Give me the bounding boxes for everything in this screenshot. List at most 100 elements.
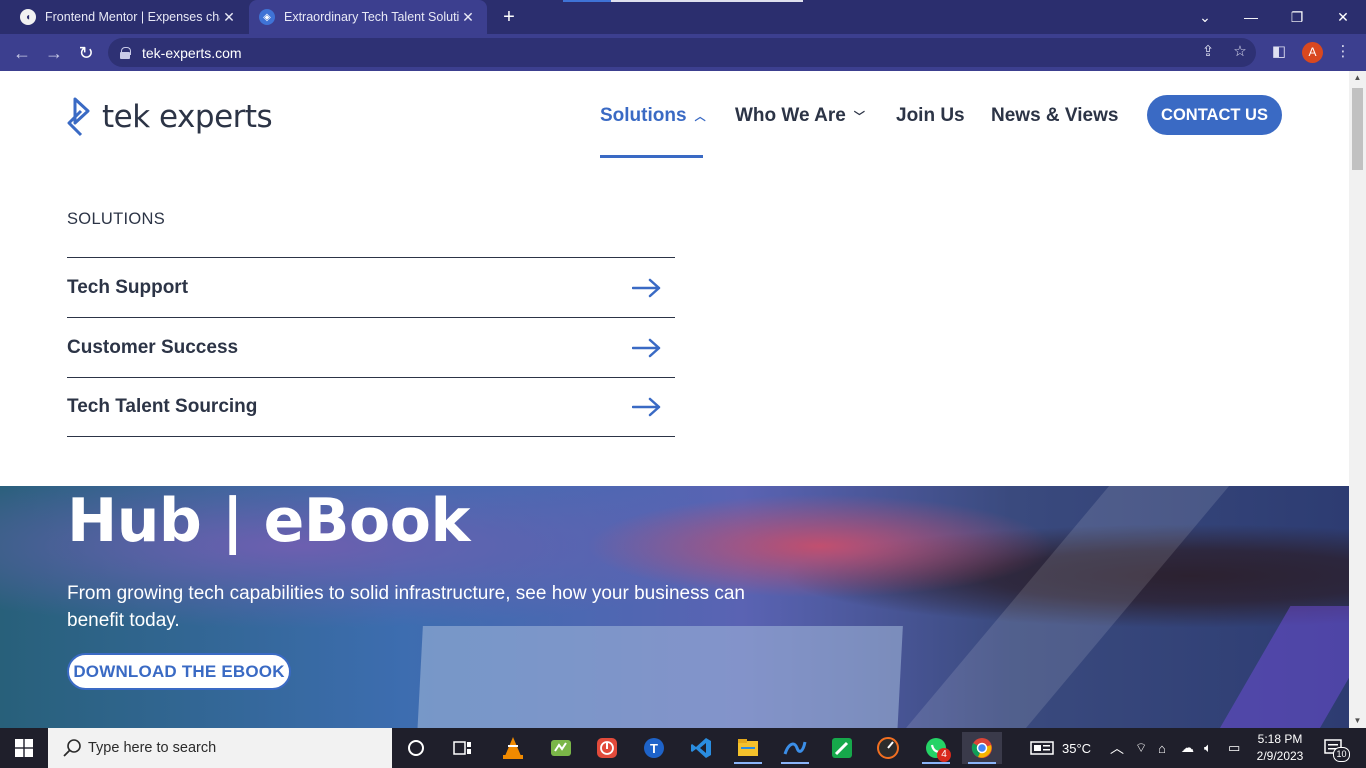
dropdown-item-tech-talent-sourcing[interactable]: Tech Talent Sourcing [67, 377, 675, 437]
clock-date: 2/9/2023 [1256, 749, 1304, 763]
windows-start-button[interactable] [0, 728, 48, 768]
contact-us-button[interactable]: CONTACT US [1147, 95, 1282, 135]
running-indicator [968, 762, 996, 764]
profile-avatar[interactable]: A [1302, 42, 1323, 63]
address-bar[interactable]: tek-experts.com [108, 38, 1256, 67]
nav-join-us[interactable]: Join Us [896, 101, 965, 131]
nav-news-views-label: News & Views [991, 105, 1119, 126]
running-indicator [781, 762, 809, 764]
scrollbar-thumb[interactable] [1352, 88, 1363, 170]
back-icon[interactable]: ← [10, 41, 34, 65]
arrow-right-icon [632, 278, 661, 297]
page-scrollbar[interactable]: ▲ ▼ [1349, 71, 1366, 728]
side-panel-icon[interactable]: ◧ [1269, 42, 1289, 62]
nav-who-we-are-label: Who We Are [735, 105, 846, 126]
lock-icon[interactable] [120, 46, 131, 59]
browser-tab-frontend-mentor[interactable]: ◖ Frontend Mentor | Expenses char ✕ [8, 0, 246, 34]
tray-overflow-icon[interactable]: ︿ [1110, 728, 1124, 768]
hero-decor-stripe [1209, 606, 1349, 728]
nav-solutions-label: Solutions [600, 105, 687, 126]
running-indicator [734, 762, 762, 764]
green-app-icon[interactable] [822, 732, 862, 764]
search-placeholder: Type here to search [88, 740, 217, 756]
nav-news-views[interactable]: News & Views [991, 101, 1118, 131]
task-view-icon[interactable] [443, 732, 483, 764]
chrome-icon[interactable] [962, 732, 1002, 764]
chevron-down-icon: ﹀ [853, 111, 865, 123]
reload-icon[interactable]: ↻ [74, 41, 98, 65]
editor-app-icon[interactable] [541, 732, 581, 764]
whatsapp-icon[interactable]: 4 [916, 732, 956, 764]
tab-title: Extraordinary Tech Talent Solution [284, 10, 459, 24]
hero-subtitle: From growing tech capabilities to solid … [67, 583, 745, 631]
bookmark-star-icon[interactable]: ☆ [1230, 42, 1250, 62]
t-app-icon[interactable]: T [634, 732, 674, 764]
paint-app-icon[interactable] [775, 732, 815, 764]
notification-count-badge: 10 [1333, 747, 1350, 762]
active-nav-underline [600, 155, 703, 158]
task-view-glyph-icon [453, 741, 471, 755]
arrow-right-icon [632, 338, 661, 357]
search-icon [63, 739, 81, 757]
url-text: tek-experts.com [142, 44, 242, 61]
taskbar-clock[interactable]: 5:18 PM 2/9/2023 [1246, 731, 1314, 765]
folder-icon [738, 739, 758, 756]
dropdown-item-customer-success[interactable]: Customer Success [67, 317, 675, 377]
file-explorer-icon[interactable] [728, 732, 768, 764]
green-pen-icon [832, 738, 852, 758]
vscode-icon[interactable] [681, 732, 721, 764]
tab-search-icon[interactable]: ⌄ [1182, 0, 1228, 34]
chevron-up-icon: ︿ [694, 111, 706, 123]
download-ebook-button[interactable]: DOWNLOAD THE EBOOK [67, 653, 291, 690]
nav-solutions[interactable]: Solutions ︿ [600, 101, 706, 131]
red-power-icon [597, 738, 617, 758]
dropdown-item-tech-support[interactable]: Tech Support [67, 257, 675, 317]
running-indicator [922, 762, 950, 764]
taskbar-search-box[interactable]: Type here to search [48, 728, 392, 768]
news-weather-icon [1030, 741, 1054, 755]
vlc-cone-icon [503, 737, 523, 759]
blue-t-icon: T [644, 738, 664, 758]
speedometer-app-icon[interactable] [868, 732, 908, 764]
scroll-up-icon[interactable]: ▲ [1349, 71, 1366, 85]
vscode-glyph-icon [691, 738, 711, 758]
battery-icon[interactable]: ▭ [1228, 728, 1240, 768]
weather-temp: 35°C [1062, 740, 1092, 756]
svg-text:T: T [650, 741, 658, 756]
site-logo[interactable]: tek experts [66, 97, 273, 137]
green-app-icon [551, 740, 571, 756]
close-icon[interactable]: ✕ [459, 9, 477, 26]
restore-button[interactable]: ❐ [1274, 0, 1320, 34]
dropdown-item-label: Customer Success [67, 336, 239, 358]
clock-time: 5:18 PM [1257, 732, 1303, 746]
hero-title: Hub | eBook [67, 486, 470, 556]
vlc-icon[interactable] [493, 732, 533, 764]
window-close-button[interactable]: ✕ [1320, 0, 1366, 34]
whatsapp-unread-badge: 4 [937, 748, 951, 762]
blue-swoosh-icon [783, 741, 807, 755]
close-icon[interactable]: ✕ [220, 9, 238, 26]
volume-icon[interactable]: 🔈︎ [1204, 728, 1212, 768]
antivirus-icon[interactable] [587, 732, 627, 764]
nav-who-we-are[interactable]: Who We Are ﹀ [735, 101, 865, 131]
cortana-icon[interactable] [396, 732, 436, 764]
tab-loading-indicator [563, 0, 803, 2]
scroll-down-icon[interactable]: ▼ [1349, 714, 1366, 728]
share-icon[interactable]: ⇪ [1198, 42, 1218, 62]
weather-widget[interactable]: 35°C [1030, 728, 1091, 768]
new-tab-button[interactable]: + [498, 6, 520, 28]
onedrive-icon[interactable]: ☁ [1181, 728, 1194, 768]
hero-banner: Hub | eBook From growing tech capabiliti… [0, 486, 1349, 728]
menu-icon[interactable]: ⋮ [1333, 42, 1353, 62]
browser-tab-tek-experts[interactable]: ◈ Extraordinary Tech Talent Solution ✕ [249, 0, 487, 34]
network-icon[interactable]: ⌔ [1135, 728, 1147, 768]
hero-decor-stripe [890, 486, 1230, 728]
windows-taskbar: Type here to search T 4 35°C ︿ ⌔ ⌂ ☁ 🔈︎ … [0, 728, 1366, 768]
forward-icon[interactable]: → [42, 41, 66, 65]
browser-tab-bar: ◖ Frontend Mentor | Expenses char ✕ ◈ Ex… [0, 0, 1366, 34]
hero-photo-laptop [417, 626, 903, 728]
meet-now-icon[interactable]: ⌂ [1158, 728, 1166, 768]
chrome-glyph-icon [971, 738, 992, 758]
browser-toolbar: ← → ↻ tek-experts.com ⇪ ☆ ◧ A ⋮ [0, 34, 1366, 71]
minimize-button[interactable]: — [1228, 0, 1274, 34]
